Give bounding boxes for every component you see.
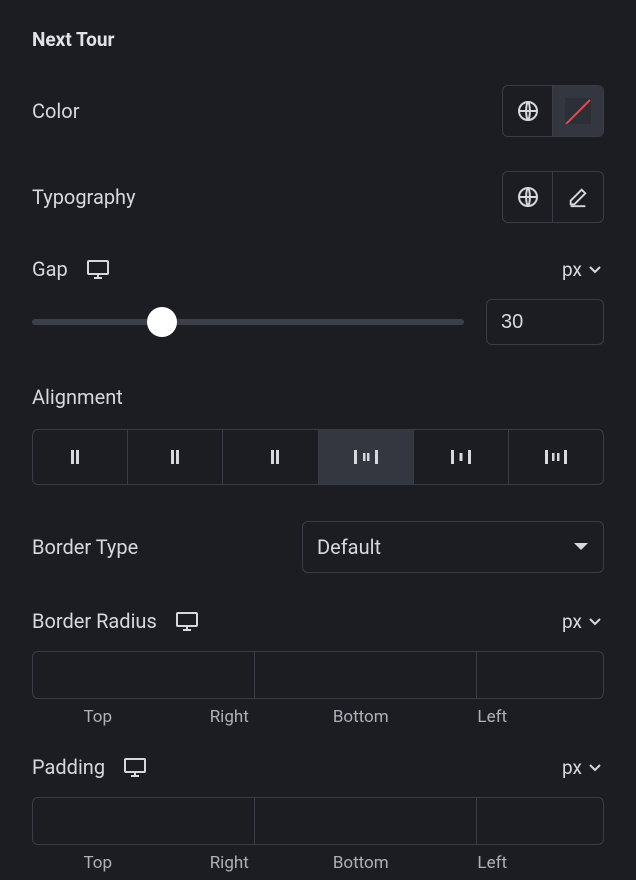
typography-edit-button[interactable] <box>553 172 603 222</box>
globe-icon <box>516 185 540 209</box>
gap-row: Gap px <box>32 257 604 281</box>
align-center-icon <box>164 446 186 468</box>
caret-down-icon <box>573 542 589 552</box>
padding-bottom[interactable] <box>477 798 604 844</box>
border-type-value: Default <box>317 535 381 559</box>
section-title: Next Tour <box>32 28 604 51</box>
globe-icon <box>516 99 540 123</box>
typography-global-button[interactable] <box>503 172 553 222</box>
padding-unit-select[interactable]: px <box>562 756 604 779</box>
desktop-icon[interactable] <box>123 757 147 777</box>
br-top-label: Top <box>32 707 164 727</box>
gap-label-group: Gap <box>32 257 110 281</box>
gap-slider-row <box>32 299 604 345</box>
border-radius-inputs <box>32 651 604 699</box>
border-radius-row: Border Radius px <box>32 609 604 633</box>
desktop-icon[interactable] <box>175 611 199 631</box>
gap-slider-thumb[interactable] <box>147 307 177 337</box>
gap-label: Gap <box>32 257 68 281</box>
align-space-between[interactable] <box>319 430 414 484</box>
align-end-icon <box>259 446 281 468</box>
border-type-label: Border Type <box>32 535 138 559</box>
alignment-group <box>32 429 604 485</box>
align-center[interactable] <box>128 430 223 484</box>
align-space-around[interactable] <box>414 430 509 484</box>
border-radius-unit-select[interactable]: px <box>562 610 604 633</box>
padding-inputs <box>32 797 604 845</box>
typography-controls <box>502 171 604 223</box>
pad-right-label: Right <box>164 853 296 873</box>
padding-unit-label: px <box>562 756 582 779</box>
gap-value-input[interactable] <box>486 299 604 345</box>
desktop-icon[interactable] <box>86 259 110 279</box>
border-radius-label: Border Radius <box>32 609 157 633</box>
alignment-label: Alignment <box>32 385 604 409</box>
align-space-evenly[interactable] <box>509 430 603 484</box>
border-type-select[interactable]: Default <box>302 521 604 573</box>
typography-label: Typography <box>32 185 136 209</box>
typography-row: Typography <box>32 171 604 223</box>
chevron-down-icon <box>588 616 602 626</box>
gap-slider[interactable] <box>32 319 464 325</box>
pencil-icon <box>567 186 589 208</box>
padding-label-group: Padding <box>32 755 147 779</box>
align-start-icon <box>69 446 91 468</box>
border-radius-side-labels: Top Right Bottom Left <box>32 707 604 727</box>
color-row: Color <box>32 85 604 137</box>
padding-label: Padding <box>32 755 105 779</box>
color-global-button[interactable] <box>503 86 553 136</box>
gap-unit-select[interactable]: px <box>562 258 604 281</box>
br-bottom-label: Bottom <box>295 707 427 727</box>
border-radius-unit-label: px <box>562 610 582 633</box>
pad-left-label: Left <box>427 853 559 873</box>
align-space-evenly-icon <box>542 446 570 468</box>
color-swatch-button[interactable] <box>553 86 603 136</box>
br-right-label: Right <box>164 707 296 727</box>
border-type-row: Border Type Default <box>32 521 604 573</box>
chevron-down-icon <box>588 762 602 772</box>
padding-top[interactable] <box>33 798 255 844</box>
border-radius-label-group: Border Radius <box>32 609 199 633</box>
border-radius-bottom[interactable] <box>477 652 604 698</box>
padding-right[interactable] <box>255 798 477 844</box>
color-label: Color <box>32 99 79 123</box>
align-space-around-icon <box>447 446 475 468</box>
pad-bottom-label: Bottom <box>295 853 427 873</box>
align-space-between-icon <box>352 446 380 468</box>
pad-top-label: Top <box>32 853 164 873</box>
border-radius-top[interactable] <box>33 652 255 698</box>
chevron-down-icon <box>588 264 602 274</box>
color-controls <box>502 85 604 137</box>
align-start[interactable] <box>33 430 128 484</box>
no-color-icon <box>565 98 591 124</box>
padding-side-labels: Top Right Bottom Left <box>32 853 604 873</box>
gap-unit-label: px <box>562 258 582 281</box>
border-radius-right[interactable] <box>255 652 477 698</box>
br-left-label: Left <box>427 707 559 727</box>
padding-row: Padding px <box>32 755 604 779</box>
align-end[interactable] <box>223 430 318 484</box>
